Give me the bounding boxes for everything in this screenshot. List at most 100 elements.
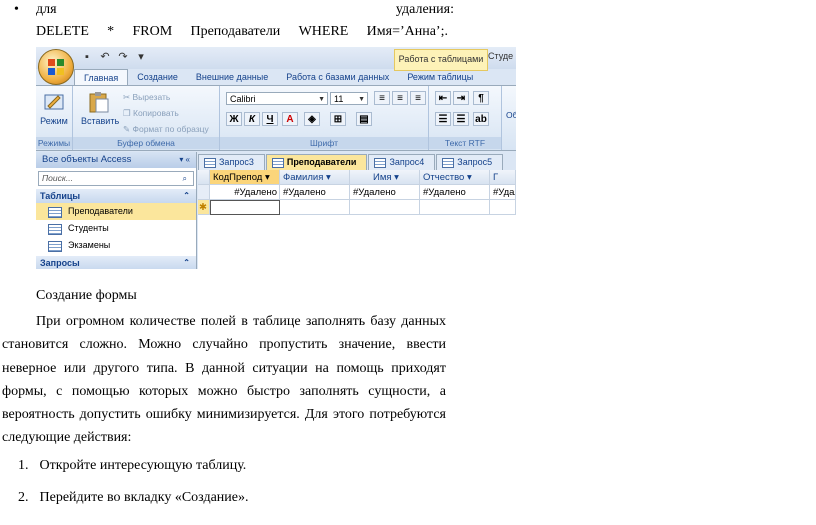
sql-token: WHERE <box>298 24 349 39</box>
group-label: Текст RTF <box>429 137 501 149</box>
highlight-button[interactable]: ab <box>473 112 489 126</box>
doc-tab[interactable]: Запрос4 <box>368 154 436 170</box>
table-icon <box>271 158 284 168</box>
sql-statement: DELETE * FROM Преподаватели WHERE Имя=’А… <box>36 24 448 40</box>
ribbon: Режим Режимы Вставить ✂ Вырезать ❐ Копир… <box>36 85 516 151</box>
document-tabs: Запрос3 Преподаватели Запрос4 Запрос5 <box>198 154 504 170</box>
navigation-pane: Все объекты Access ▾ « Поиск... ⌕ Таблицы ⌃… <box>36 152 197 269</box>
font-name-combo[interactable]: Calibri ▼ <box>226 92 328 105</box>
undo-icon[interactable]: ↶ <box>98 51 112 64</box>
chevron-down-icon: ▼ <box>358 96 365 103</box>
doc-tab[interactable]: Запрос3 <box>198 154 265 170</box>
copy-icon: ❐ <box>123 108 131 118</box>
datasheet-grid: КодПрепод ▾ Фамилия ▾ Имя ▾ Отчество ▾ Г… <box>198 170 516 269</box>
outdent-button[interactable]: ⇥ <box>453 91 469 105</box>
nav-header[interactable]: Все объекты Access ▾ « <box>36 152 196 168</box>
section-heading: Создание формы <box>36 288 137 303</box>
list-item: 2. Перейдите во вкладку «Создание». <box>18 490 248 506</box>
cut-button[interactable]: ✂ Вырезать <box>123 92 170 103</box>
column-header[interactable]: Отчество ▾ <box>420 170 490 185</box>
table-cell[interactable] <box>280 200 350 215</box>
tab-home[interactable]: Главная <box>74 69 129 86</box>
table-cell[interactable]: #Удалено <box>210 185 280 200</box>
active-cell[interactable] <box>210 200 280 215</box>
view-button[interactable]: Режим <box>37 90 71 126</box>
list-item: 1. Откройте интересующую таблицу. <box>18 458 246 474</box>
nav-item-table[interactable]: Преподаватели <box>36 203 196 220</box>
font-size-combo[interactable]: 11 ▼ <box>330 92 368 105</box>
bullet-line: • для удаления: <box>14 2 454 20</box>
save-icon[interactable]: ▪ <box>80 51 94 64</box>
tab-external-data[interactable]: Внешние данные <box>187 69 277 85</box>
context-tab-students[interactable]: Студе <box>488 51 513 61</box>
column-header[interactable]: Г <box>490 170 516 185</box>
font-color-button[interactable]: A <box>282 112 298 126</box>
list-text: Откройте интересующую таблицу. <box>39 458 247 473</box>
office-button[interactable] <box>38 49 74 85</box>
tab-datasheet[interactable]: Режим таблицы <box>398 69 482 85</box>
numbering-button[interactable]: ☰ <box>435 112 451 126</box>
column-header[interactable]: Фамилия ▾ <box>280 170 350 185</box>
paste-label: Вставить <box>81 116 120 126</box>
table-cell[interactable]: #Удалено <box>350 185 420 200</box>
nav-section-queries[interactable]: Запросы ⌃ <box>36 256 196 269</box>
table-cell[interactable]: #Удалено <box>420 185 490 200</box>
align-right-button[interactable]: ≡ <box>410 91 426 105</box>
italic-button[interactable]: К <box>244 112 260 126</box>
tab-database-tools[interactable]: Работа с базами данных <box>277 69 398 85</box>
ribbon-overflow-label[interactable]: Об <box>506 110 516 120</box>
query-icon <box>204 158 216 168</box>
row-selector[interactable] <box>198 185 210 200</box>
group-font: Calibri ▼ 11 ▼ ≡ ≡ ≡ Ж К Ч A ◈ ⊞ ▤ Шрифт <box>220 86 429 150</box>
chevron-down-icon: ▼ <box>318 96 325 103</box>
format-painter-button[interactable]: ✎ Формат по образцу <box>123 124 209 135</box>
chevron-down-icon: ▾ « <box>179 155 190 164</box>
body-paragraph: При огромном количестве полей в таблице … <box>2 314 446 446</box>
align-center-button[interactable]: ≡ <box>392 91 408 105</box>
table-cell[interactable] <box>350 200 420 215</box>
table-icon <box>48 224 62 235</box>
nav-item-table[interactable]: Экзамены <box>36 237 196 254</box>
nav-section-tables[interactable]: Таблицы ⌃ <box>36 189 196 203</box>
copy-button[interactable]: ❐ Копировать <box>123 108 179 119</box>
align-left-button[interactable]: ≡ <box>374 91 390 105</box>
nav-item-table[interactable]: Студенты <box>36 220 196 237</box>
customize-icon[interactable]: ▾ <box>134 51 148 64</box>
view-label: Режим <box>40 116 68 126</box>
table-cell[interactable] <box>420 200 490 215</box>
column-header[interactable]: КодПрепод ▾ <box>210 170 280 185</box>
direction-button[interactable]: ¶ <box>473 91 489 105</box>
nav-search-input[interactable]: Поиск... ⌕ <box>38 171 194 186</box>
bold-button[interactable]: Ж <box>226 112 242 126</box>
table-icon <box>48 207 62 218</box>
indent-button[interactable]: ⇤ <box>435 91 451 105</box>
list-number: 1. <box>18 458 29 473</box>
tab-create[interactable]: Создание <box>128 69 187 85</box>
bullet-text-left: для <box>36 2 57 17</box>
redo-icon[interactable]: ↷ <box>116 51 130 64</box>
fill-color-button[interactable]: ◈ <box>304 112 320 126</box>
doc-tab-active[interactable]: Преподаватели <box>265 154 368 170</box>
table-cell[interactable]: #Удалено <box>280 185 350 200</box>
group-views: Режим Режимы <box>36 86 73 150</box>
row-selector-corner[interactable] <box>198 170 210 185</box>
context-tab-table-tools[interactable]: Работа с таблицами <box>394 49 488 71</box>
column-header[interactable]: Имя ▾ <box>350 170 420 185</box>
new-record-icon[interactable]: ✱ <box>198 200 210 215</box>
paste-button[interactable]: Вставить <box>81 90 120 126</box>
gridlines-button[interactable]: ⊞ <box>330 112 346 126</box>
doc-tab[interactable]: Запрос5 <box>436 154 504 170</box>
table-cell[interactable] <box>490 200 516 215</box>
list-text: Перейдите во вкладку «Создание». <box>39 490 249 505</box>
group-rtf: ⇤ ⇥ ¶ ☰ ☰ ab Текст RTF <box>429 86 502 150</box>
table-cell[interactable]: #Удалено <box>490 185 516 200</box>
group-label: Режимы <box>36 137 72 149</box>
group-label: Шрифт <box>220 137 428 149</box>
underline-button[interactable]: Ч <box>262 112 278 126</box>
alt-fill-button[interactable]: ▤ <box>356 112 372 126</box>
bullets-button[interactable]: ☰ <box>453 112 469 126</box>
collapse-icon: ⌃ <box>183 258 190 267</box>
group-clipboard: Вставить ✂ Вырезать ❐ Копировать ✎ Форма… <box>73 86 220 150</box>
collapse-icon: ⌃ <box>183 191 190 200</box>
ribbon-tabs: Главная Создание Внешние данные Работа с… <box>74 69 482 86</box>
